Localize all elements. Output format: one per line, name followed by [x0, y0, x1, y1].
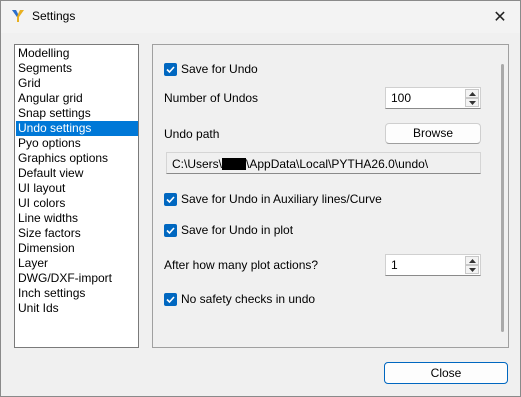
save-aux-checkbox[interactable] — [164, 193, 177, 206]
sidebar-item[interactable]: UI layout — [16, 181, 138, 196]
chevron-down-icon — [468, 267, 476, 272]
undo-path-label: Undo path — [164, 127, 220, 141]
undo-path-prefix: C:\Users\ — [172, 157, 223, 171]
no-safety-checks-label: No safety checks in undo — [181, 292, 316, 306]
spin-up-button[interactable] — [465, 256, 479, 265]
close-icon[interactable]: ✕ — [486, 3, 514, 31]
sidebar-item[interactable]: Segments — [16, 61, 138, 76]
sidebar-item[interactable]: Inch settings — [16, 286, 138, 301]
sidebar-item[interactable]: Pyo options — [16, 136, 138, 151]
sidebar-item[interactable]: Unit Ids — [16, 301, 138, 316]
window-title: Settings — [32, 9, 76, 23]
settings-window: Settings ✕ Modelling Segments Grid Angular … — [0, 0, 521, 397]
sidebar-item[interactable]: Angular grid — [16, 91, 138, 106]
save-aux-label: Save for Undo in Auxiliary lines/Curve — [181, 192, 382, 206]
sidebar-item[interactable]: DWG/DXF-import — [16, 271, 138, 286]
sidebar-item[interactable]: Line widths — [16, 211, 138, 226]
sidebar-item[interactable]: Snap settings — [16, 106, 138, 121]
spin-down-button[interactable] — [465, 98, 479, 107]
title-bar: Settings ✕ — [1, 1, 520, 33]
checkmark-icon — [166, 296, 175, 304]
save-plot-label: Save for Undo in plot — [181, 223, 294, 237]
checkmark-icon — [166, 227, 175, 235]
number-of-undos-label: Number of Undos — [164, 91, 259, 105]
save-for-undo-checkbox[interactable] — [164, 63, 177, 76]
checkmark-icon — [166, 196, 175, 204]
undo-path-value: C:\Users\ \AppData\Local\PYTHA26.0\undo\ — [172, 157, 428, 171]
sidebar-item[interactable]: Modelling — [16, 46, 138, 61]
spin-up-button[interactable] — [465, 89, 479, 98]
undo-path-suffix: \AppData\Local\PYTHA26.0\undo\ — [246, 157, 429, 171]
panel-scrollbar[interactable] — [501, 64, 504, 332]
chevron-up-icon — [468, 258, 476, 263]
undo-path-field[interactable]: C:\Users\ \AppData\Local\PYTHA26.0\undo\ — [166, 152, 481, 174]
plot-actions-spinbox[interactable]: 1 — [385, 254, 481, 276]
sidebar-item[interactable]: Graphics options — [16, 151, 138, 166]
chevron-up-icon — [468, 91, 476, 96]
sidebar-item[interactable]: UI colors — [16, 196, 138, 211]
spin-down-button[interactable] — [465, 265, 479, 274]
checkmark-icon — [166, 66, 175, 74]
save-plot-checkbox[interactable] — [164, 224, 177, 237]
number-of-undos-spinbox[interactable]: 100 — [385, 87, 481, 109]
number-of-undos-value[interactable]: 100 — [391, 91, 411, 105]
sidebar-item[interactable]: Grid — [16, 76, 138, 91]
close-button[interactable]: Close — [384, 362, 508, 384]
sidebar-item[interactable]: Dimension — [16, 241, 138, 256]
plot-actions-value[interactable]: 1 — [391, 258, 398, 272]
pytha-app-icon — [10, 8, 26, 24]
browse-button[interactable]: Browse — [385, 123, 481, 144]
chevron-down-icon — [468, 100, 476, 105]
plot-actions-label: After how many plot actions? — [164, 258, 319, 272]
sidebar-item[interactable]: Undo settings — [16, 121, 138, 136]
sidebar-item[interactable]: Size factors — [16, 226, 138, 241]
settings-category-list[interactable]: Modelling Segments Grid Angular grid Snap se… — [14, 44, 139, 348]
save-for-undo-label: Save for Undo — [181, 62, 258, 76]
sidebar-item[interactable]: Layer — [16, 256, 138, 271]
no-safety-checks-checkbox[interactable] — [164, 293, 177, 306]
sidebar-item[interactable]: Default view — [16, 166, 138, 181]
redacted-username — [222, 158, 247, 170]
